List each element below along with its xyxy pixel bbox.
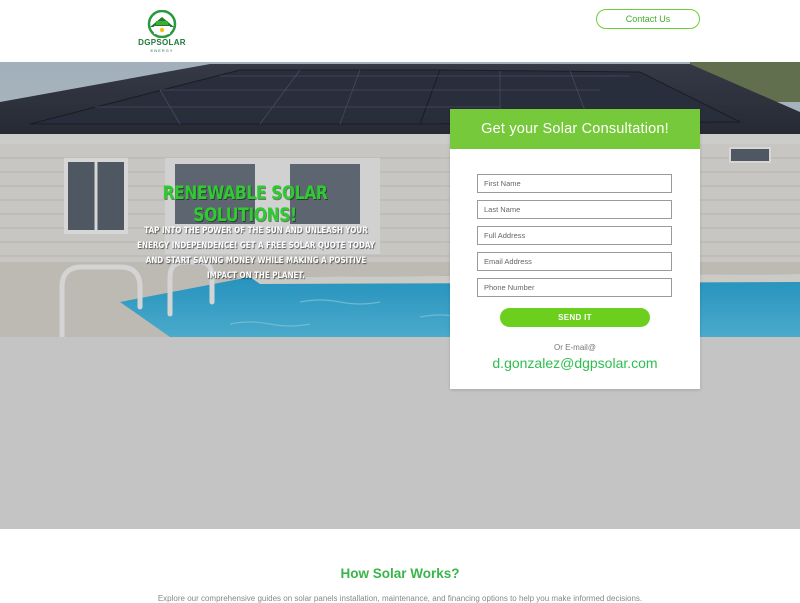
logo-text: DGPSOLAR [138, 38, 186, 47]
form-header: Get your Solar Consultation! [450, 109, 700, 149]
logo[interactable]: DGPSOLAR ENERGY [136, 10, 188, 54]
first-name-input[interactable] [477, 174, 672, 193]
contact-email-link[interactable]: d.gonzalez@dgpsolar.com [450, 355, 700, 371]
send-it-button[interactable]: SEND IT [500, 308, 650, 327]
solar-house-logo-icon [147, 10, 177, 38]
logo-subtext: ENERGY [150, 48, 174, 53]
last-name-input[interactable] [477, 200, 672, 219]
phone-number-input[interactable] [477, 278, 672, 297]
or-email-label: Or E-mail@ [554, 343, 596, 352]
full-address-input[interactable] [477, 226, 672, 245]
site-header: DGPSOLAR ENERGY Contact Us [0, 0, 800, 62]
contact-us-button[interactable]: Contact Us [596, 9, 700, 29]
how-solar-works-heading: How Solar Works? [340, 566, 460, 581]
how-solar-works-text: Explore our comprehensive guides on sola… [157, 594, 643, 603]
form-title: Get your Solar Consultation! [481, 121, 669, 137]
consultation-form-card: Get your Solar Consultation! SEND IT Or … [450, 109, 700, 389]
email-address-input[interactable] [477, 252, 672, 271]
hero-title: RENEWABLE SOLAR SOLUTIONS! [162, 182, 328, 226]
hero-description: TAP INTO THE POWER OF THE SUN AND UNLEAS… [137, 226, 375, 281]
